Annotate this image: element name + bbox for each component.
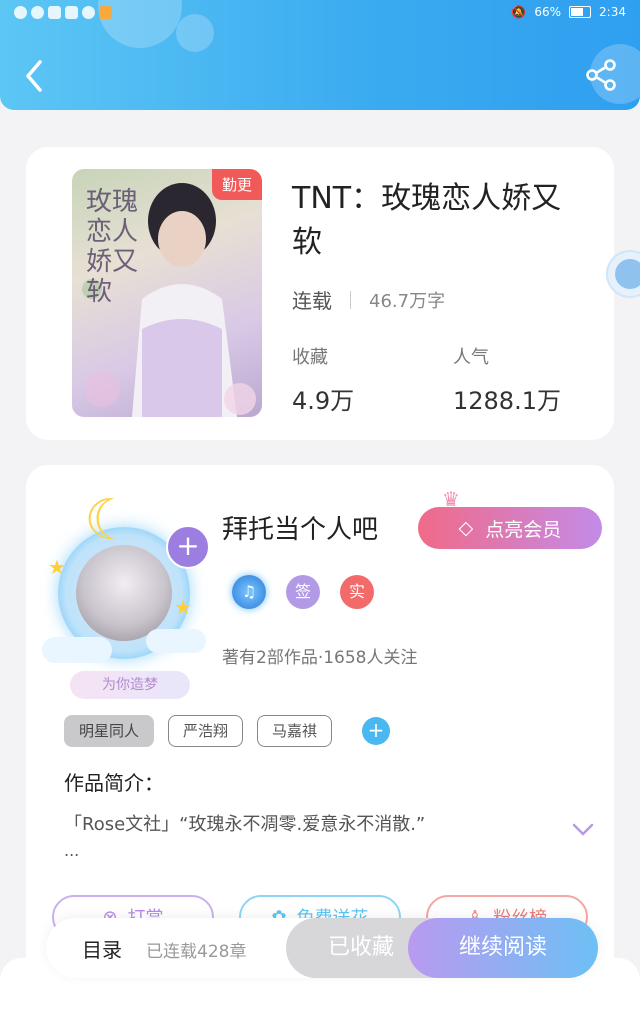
- star-icon: ★: [174, 595, 192, 619]
- book-title: TNT：玫瑰恋人娇又软: [292, 181, 562, 260]
- divider: [350, 290, 351, 309]
- battery-icon: [569, 6, 592, 18]
- mute-icon: 🔕: [511, 5, 527, 19]
- intro-heading: 作品简介：: [64, 771, 164, 795]
- star-icon: ★: [48, 555, 66, 579]
- battery-percent: 66%: [534, 5, 562, 19]
- diamond-icon: ◇: [458, 517, 474, 539]
- add-tag-button[interactable]: +: [362, 717, 391, 745]
- intro-text: 「Rose文社」“玫瑰永不凋零.爱意永不消散.”: [64, 814, 426, 835]
- follow-plus-button[interactable]: +: [166, 525, 210, 569]
- intro-ellipsis: ...: [64, 841, 80, 860]
- word-count: 46.7万字: [369, 290, 446, 312]
- author-avatar-frame[interactable]: ☾ ★ ★ + 为你造梦: [42, 479, 212, 699]
- author-name[interactable]: 拜托当个人吧: [222, 509, 378, 546]
- book-meta: 连载 46.7万字: [292, 285, 445, 314]
- music-badge-icon[interactable]: ♫: [232, 575, 266, 609]
- tag-item[interactable]: 马嘉祺: [257, 715, 333, 747]
- cloud-decor: [146, 629, 206, 653]
- top-app-bar: 🔕 66% 2:34: [0, 0, 640, 110]
- tag-list: 明星同人 严浩翔 马嘉祺 +: [64, 715, 391, 747]
- author-badges: ♫ 签 实: [232, 575, 374, 609]
- toc-button[interactable]: 目录: [82, 934, 122, 963]
- clock: 2:34: [599, 5, 626, 19]
- signed-badge[interactable]: 签: [286, 575, 320, 609]
- floating-icon: [615, 259, 640, 289]
- chevron-down-icon[interactable]: [572, 823, 594, 837]
- moon-icon: ☾: [84, 488, 135, 553]
- bottom-action-bar: 目录 已连载428章 已收藏 继续阅读: [46, 918, 598, 978]
- avatar-caption: 为你造梦: [70, 671, 190, 699]
- popularity-label: 人气: [453, 347, 489, 368]
- app-icon: [48, 6, 61, 19]
- tag-item[interactable]: 严浩翔: [168, 715, 244, 747]
- book-info-card: 玫瑰恋人娇又软 勤更 TNT：玫瑰恋人娇又软 连载 46.7万字 收藏 4.9万…: [26, 147, 614, 440]
- vip-button[interactable]: ◇ 点亮会员: [418, 507, 602, 549]
- cover-title-art: 玫瑰恋人娇又软: [86, 187, 139, 307]
- app-k-icon: [31, 6, 44, 19]
- verified-badge[interactable]: 实: [340, 575, 374, 609]
- status-icons-left: [14, 6, 112, 19]
- book-cover[interactable]: 玫瑰恋人娇又软 勤更: [72, 169, 262, 417]
- update-badge: 勤更: [211, 169, 262, 200]
- chapter-count: 已连载428章: [146, 942, 247, 962]
- tag-category[interactable]: 明星同人: [64, 715, 155, 747]
- app-icon: [65, 6, 78, 19]
- favorites-label: 收藏: [292, 347, 328, 368]
- share-icon[interactable]: [584, 58, 618, 92]
- back-icon[interactable]: [20, 58, 52, 94]
- play-icon: [99, 6, 112, 19]
- popularity-value: 1288.1万: [453, 387, 561, 415]
- continue-reading-button[interactable]: 继续阅读: [408, 918, 598, 978]
- author-stats: 著有2部作品·1658人关注: [222, 648, 418, 668]
- qq-icon: [82, 6, 95, 19]
- wifi-icon: [14, 6, 27, 19]
- cloud-decor: [42, 637, 112, 663]
- favorites-value: 4.9万: [292, 387, 355, 415]
- avatar: [76, 545, 172, 641]
- favorites-stat: 收藏 4.9万: [292, 343, 354, 416]
- status-icons-right: 🔕 66% 2:34: [511, 5, 626, 19]
- serial-status: 连载: [292, 289, 332, 313]
- status-bar: 🔕 66% 2:34: [0, 0, 640, 28]
- popularity-stat: 人气 1288.1万: [453, 343, 561, 416]
- vip-label: 点亮会员: [485, 518, 562, 541]
